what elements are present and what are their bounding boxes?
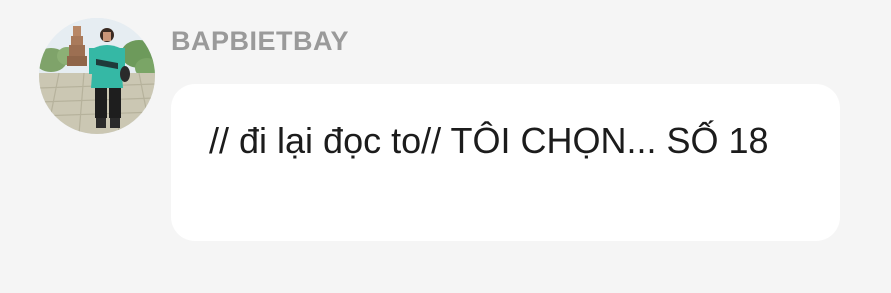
comment-item: BAPBIETBAY // đi lại đọc to// TÔI CHỌN..… [0,0,891,293]
message-text: // đi lại đọc to// TÔI CHỌN... SỐ 18 [209,120,769,161]
avatar-photo-icon [39,18,155,134]
username[interactable]: BAPBIETBAY [171,24,349,58]
avatar[interactable] [39,18,155,134]
message-bubble: // đi lại đọc to// TÔI CHỌN... SỐ 18 [171,84,840,241]
